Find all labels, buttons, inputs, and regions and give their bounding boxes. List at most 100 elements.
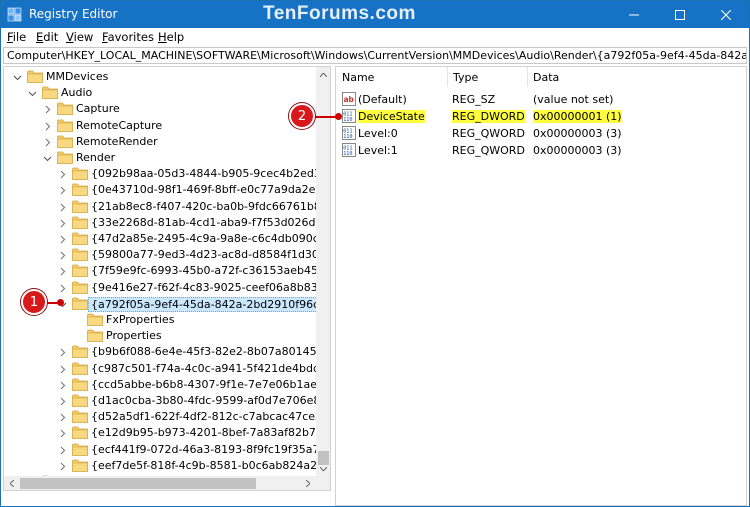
close-button[interactable]: [703, 1, 749, 28]
tree-node[interactable]: Properties: [4, 328, 316, 344]
scroll-down-arrow[interactable]: [316, 461, 330, 476]
tree-node[interactable]: Render: [4, 150, 316, 166]
chevron-right-icon[interactable]: [58, 185, 67, 195]
menu-help[interactable]: Help: [158, 30, 184, 44]
scrollbar-thumb[interactable]: [20, 478, 256, 489]
folder-icon: [72, 281, 88, 294]
value-name: (Default): [358, 93, 407, 106]
scroll-left-arrow[interactable]: [4, 476, 19, 490]
tree-node-label: {092b98aa-05d3-4844-b905-9cec4b2ed326}: [91, 167, 331, 181]
chevron-right-icon[interactable]: [58, 234, 67, 244]
chevron-right-icon[interactable]: [58, 347, 67, 357]
chevron-right-icon[interactable]: [43, 121, 52, 130]
chevron-right-icon[interactable]: [58, 266, 67, 276]
menu-favorites[interactable]: Favorites: [102, 30, 154, 44]
tree-node[interactable]: {21ab8ec8-f407-420c-ba0b-9fdc66761b81}: [4, 199, 330, 215]
chevron-right-icon[interactable]: [58, 428, 67, 438]
tree-node[interactable]: {0e43710d-98f1-469f-8bff-e0c77a9da2eb}: [4, 182, 329, 198]
minimize-button[interactable]: [611, 1, 657, 28]
chevron-right-icon[interactable]: [58, 169, 67, 179]
tree-node[interactable]: {b9b6f088-6e4e-45f3-82e2-8b07a8014568}: [4, 344, 330, 360]
folder-icon: [72, 167, 88, 181]
tree-horizontal-scrollbar[interactable]: [4, 476, 330, 490]
menu-view[interactable]: View: [66, 30, 93, 44]
tree-node[interactable]: {d1ac0cba-3b80-4fdc-9599-af0d7e706e81}: [4, 393, 330, 409]
folder-icon: [72, 200, 88, 213]
maximize-button[interactable]: [657, 1, 703, 28]
binary-value-icon: 011 110: [342, 109, 356, 123]
tree-node-label: {eef7de5f-818f-4c9b-8581-b0c6ab824a2f}: [91, 458, 328, 472]
values-pane[interactable]: Name Type Data ab (Default) REG_SZ (value n…: [335, 66, 747, 506]
menu-file[interactable]: File: [7, 30, 26, 44]
chevron-right-icon[interactable]: [58, 396, 67, 406]
chevron-right-icon[interactable]: [58, 218, 67, 228]
chevron-right-icon[interactable]: [58, 250, 67, 260]
tree-node[interactable]: {9e416e27-f62f-4c83-9025-ceef06a8b83f}: [4, 280, 329, 296]
tree-vertical-scrollbar[interactable]: [316, 67, 330, 476]
tree-node[interactable]: MMDevices: [4, 69, 316, 85]
tree-node[interactable]: {33e2268d-81ab-4cd1-aba9-f7f53d026dab}: [4, 215, 330, 231]
menu-edit[interactable]: Edit: [36, 30, 58, 44]
value-row[interactable]: 011 110 Level:0 REG_QWORD 0x00000003 (3): [336, 125, 746, 142]
folder-icon: [72, 216, 88, 229]
chevron-right-icon[interactable]: [58, 461, 67, 471]
folder-icon: [87, 313, 103, 326]
key-tree-pane[interactable]: MMDevices Audio Capture RemoteCapture Remote…: [3, 66, 331, 491]
title-bar[interactable]: Registry Editor TenForums.com: [1, 1, 749, 28]
tree-node[interactable]: {c987c501-f74a-4c0c-a941-5f421de4bddb}: [4, 361, 330, 377]
column-header-type[interactable]: Type: [453, 67, 527, 87]
tree-node[interactable]: {59800a77-9ed3-4d23-ac8d-d8584f1d30d7}: [4, 247, 330, 263]
tree-node[interactable]: Capture: [4, 101, 316, 117]
value-row[interactable]: 011 110 DeviceState REG_DWORD 0x00000001 (1): [336, 108, 746, 125]
folder-icon: [72, 459, 88, 472]
chevron-down-icon[interactable]: [43, 153, 52, 162]
callout-badge-1: 1: [21, 289, 47, 315]
tree-node[interactable]: {092b98aa-05d3-4844-b905-9cec4b2ed326}: [4, 166, 330, 182]
tree-node-label: {0e43710d-98f1-469f-8bff-e0c77a9da2eb}: [91, 183, 330, 197]
tree-node-label: Properties: [106, 329, 162, 343]
column-header-name[interactable]: Name: [342, 67, 446, 87]
tree-node-label: {7f59e9fc-6993-45b0-a72f-c36153aeb45d}: [91, 264, 331, 278]
chevron-down-icon: [320, 466, 327, 471]
scroll-right-arrow[interactable]: [300, 476, 315, 490]
value-row[interactable]: ab (Default) REG_SZ (value not set): [336, 91, 746, 108]
tree-node[interactable]: {7f59e9fc-6993-45b0-a72f-c36153aeb45d}: [4, 263, 330, 279]
address-bar[interactable]: Computer\HKEY_LOCAL_MACHINE\SOFTWARE\Mic…: [3, 47, 747, 64]
chevron-right-icon[interactable]: [58, 445, 67, 454]
tree-node[interactable]: Audio: [4, 85, 316, 101]
column-separator[interactable]: [447, 67, 448, 87]
tree-node[interactable]: {d52a5df1-622f-4df2-812c-c7abcac47ce2}: [4, 409, 329, 425]
tree-node[interactable]: {47d2a85e-2495-4c9a-9a8e-c6c4db090cf4}: [4, 231, 330, 247]
chevron-left-icon: [9, 480, 14, 487]
tree-node[interactable]: {e12d9b95-b973-4201-8bef-7a83af82b70b}: [4, 425, 330, 441]
tree-node-label: Render: [76, 151, 116, 164]
chevron-right-icon[interactable]: [43, 104, 52, 114]
chevron-right-icon[interactable]: [58, 283, 67, 292]
chevron-right-icon[interactable]: [58, 380, 67, 390]
menu-bar: File Edit View Favorites Help: [1, 28, 749, 46]
tree-node[interactable]: FxProperties: [4, 312, 316, 328]
tree-node-label: RemoteRender: [76, 134, 158, 148]
chevron-down-icon[interactable]: [28, 88, 37, 97]
chevron-right-icon[interactable]: [58, 412, 67, 422]
folder-icon: [72, 443, 88, 456]
registry-editor-window: Registry Editor TenForums.com File Edit …: [0, 0, 750, 507]
callout-badge-2: 2: [289, 103, 315, 129]
tree-node[interactable]: {ccd5abbe-b6b8-4307-9f1e-7e7e06b1ae5f}: [4, 377, 330, 393]
chevron-right-icon[interactable]: [43, 137, 52, 147]
value-row[interactable]: 011 110 Level:1 REG_QWORD 0x00000003 (3): [336, 142, 746, 159]
scroll-up-arrow[interactable]: [316, 67, 330, 82]
tree-node[interactable]: RemoteRender: [4, 134, 316, 150]
tree-node[interactable]: {eef7de5f-818f-4c9b-8581-b0c6ab824a2f}: [4, 458, 328, 474]
value-name: Level:0: [358, 127, 398, 140]
tree-node[interactable]: {ecf441f9-072d-46a3-8193-8f9fc19f35a7}: [4, 442, 327, 458]
svg-text:110: 110: [343, 134, 352, 140]
value-data: 0x00000003 (3): [533, 127, 622, 140]
chevron-right-icon[interactable]: [58, 202, 67, 211]
folder-icon: [42, 86, 58, 100]
chevron-down-icon[interactable]: [13, 72, 22, 81]
column-separator[interactable]: [527, 67, 528, 87]
chevron-right-icon[interactable]: [58, 364, 67, 373]
tree-node[interactable]: RemoteCapture: [4, 118, 316, 134]
column-header-data[interactable]: Data: [533, 67, 733, 87]
